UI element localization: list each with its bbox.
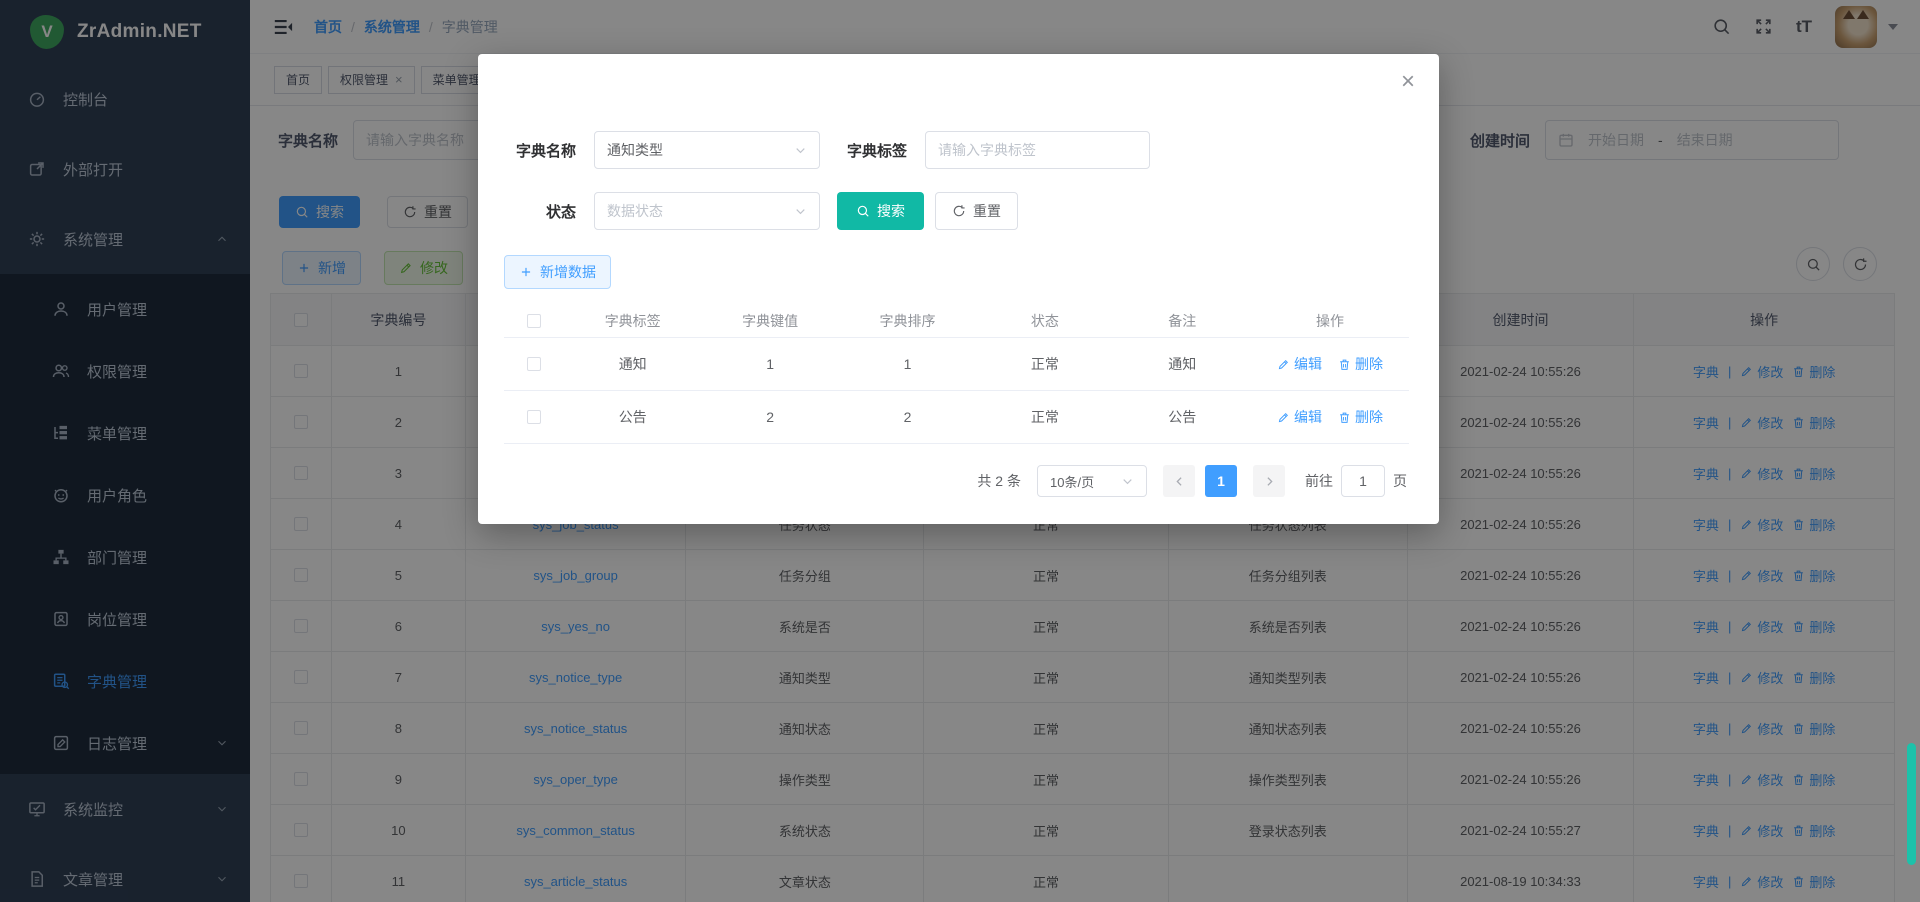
header-dict-sort: 字典排序 xyxy=(839,311,976,331)
chevron-down-icon xyxy=(794,205,807,218)
prev-page-button[interactable] xyxy=(1163,465,1195,497)
dialog-filter-row-2: 状态 数据状态 搜索 重置 xyxy=(504,192,1018,230)
header-dict-value: 字典键值 xyxy=(701,311,838,331)
status-select[interactable]: 数据状态 xyxy=(594,192,820,230)
row-checkbox-cell xyxy=(504,410,564,424)
refresh-icon xyxy=(952,204,966,218)
dialog-reset-button[interactable]: 重置 xyxy=(935,192,1018,230)
dict-label-input[interactable] xyxy=(925,131,1150,169)
trash-icon xyxy=(1338,411,1351,424)
cell-remark: 公告 xyxy=(1114,407,1251,427)
chevron-down-icon xyxy=(794,144,807,157)
row-delete-link[interactable]: 删除 xyxy=(1338,407,1383,427)
dict-name-label: 字典名称 xyxy=(504,140,576,161)
trash-icon xyxy=(1338,358,1351,371)
goto-page-input[interactable] xyxy=(1341,465,1385,497)
dict-label-label: 字典标签 xyxy=(840,140,907,161)
row-edit-link[interactable]: 编辑 xyxy=(1277,354,1322,374)
cell-status: 正常 xyxy=(976,354,1113,374)
cell-dict-sort: 1 xyxy=(839,356,976,372)
cell-dict-label: 公告 xyxy=(564,407,701,427)
cell-dict-value: 1 xyxy=(701,356,838,372)
page-number-button[interactable]: 1 xyxy=(1205,465,1237,497)
row-checkbox-cell xyxy=(504,357,564,371)
table-row: 公告 2 2 正常 公告 编辑 删除 xyxy=(504,391,1409,444)
select-all-checkbox[interactable] xyxy=(527,314,541,328)
header-dict-label: 字典标签 xyxy=(564,311,701,331)
page-size-select[interactable]: 10条/页 xyxy=(1037,465,1147,497)
header-remark: 备注 xyxy=(1114,311,1251,331)
header-checkbox-cell xyxy=(504,314,564,328)
row-delete-link[interactable]: 删除 xyxy=(1338,354,1383,374)
page-unit-label: 页 xyxy=(1393,471,1407,491)
header-status: 状态 xyxy=(976,311,1113,331)
row-checkbox[interactable] xyxy=(527,357,541,371)
goto-label: 前往 xyxy=(1305,471,1333,491)
cell-dict-value: 2 xyxy=(701,409,838,425)
dict-data-table-body: 通知 1 1 正常 通知 编辑 删除 xyxy=(504,338,1409,444)
dict-data-dialog: × 字典名称 通知类型 字典标签 状态 数据状态 搜索 重置 xyxy=(478,54,1439,524)
chevron-left-icon xyxy=(1173,475,1186,488)
search-icon xyxy=(856,204,870,218)
dialog-filter-row-1: 字典名称 通知类型 字典标签 xyxy=(504,131,1150,169)
dialog-search-button[interactable]: 搜索 xyxy=(837,192,924,230)
app-root: V ZrAdmin.NET 控制台 外部打开 系统管理 用户管理 权限管理 xyxy=(0,0,1920,902)
plus-icon xyxy=(519,265,533,279)
cell-status: 正常 xyxy=(976,407,1113,427)
status-label: 状态 xyxy=(504,201,576,222)
header-ops: 操作 xyxy=(1251,311,1409,331)
row-edit-link[interactable]: 编辑 xyxy=(1277,407,1322,427)
cell-dict-sort: 2 xyxy=(839,409,976,425)
scrollbar-thumb[interactable] xyxy=(1907,743,1916,865)
add-data-button[interactable]: 新增数据 xyxy=(504,255,611,289)
row-checkbox[interactable] xyxy=(527,410,541,424)
chevron-right-icon xyxy=(1263,475,1276,488)
pencil-icon xyxy=(1277,411,1290,424)
table-row: 通知 1 1 正常 通知 编辑 删除 xyxy=(504,338,1409,391)
close-icon[interactable]: × xyxy=(1401,70,1415,94)
pagination-total: 共 2 条 xyxy=(977,471,1021,491)
dict-data-table: 字典标签 字典键值 字典排序 状态 备注 操作 通知 1 1 正常 通知 xyxy=(504,304,1409,444)
cell-ops: 编辑 删除 xyxy=(1251,354,1409,374)
pagination: 共 2 条 10条/页 1 前往 页 xyxy=(977,465,1407,497)
cell-remark: 通知 xyxy=(1114,354,1251,374)
pencil-icon xyxy=(1277,358,1290,371)
cell-ops: 编辑 删除 xyxy=(1251,407,1409,427)
next-page-button[interactable] xyxy=(1253,465,1285,497)
dict-name-select[interactable]: 通知类型 xyxy=(594,131,820,169)
cell-dict-label: 通知 xyxy=(564,354,701,374)
dict-data-table-header: 字典标签 字典键值 字典排序 状态 备注 操作 xyxy=(504,304,1409,338)
chevron-down-icon xyxy=(1121,475,1134,488)
